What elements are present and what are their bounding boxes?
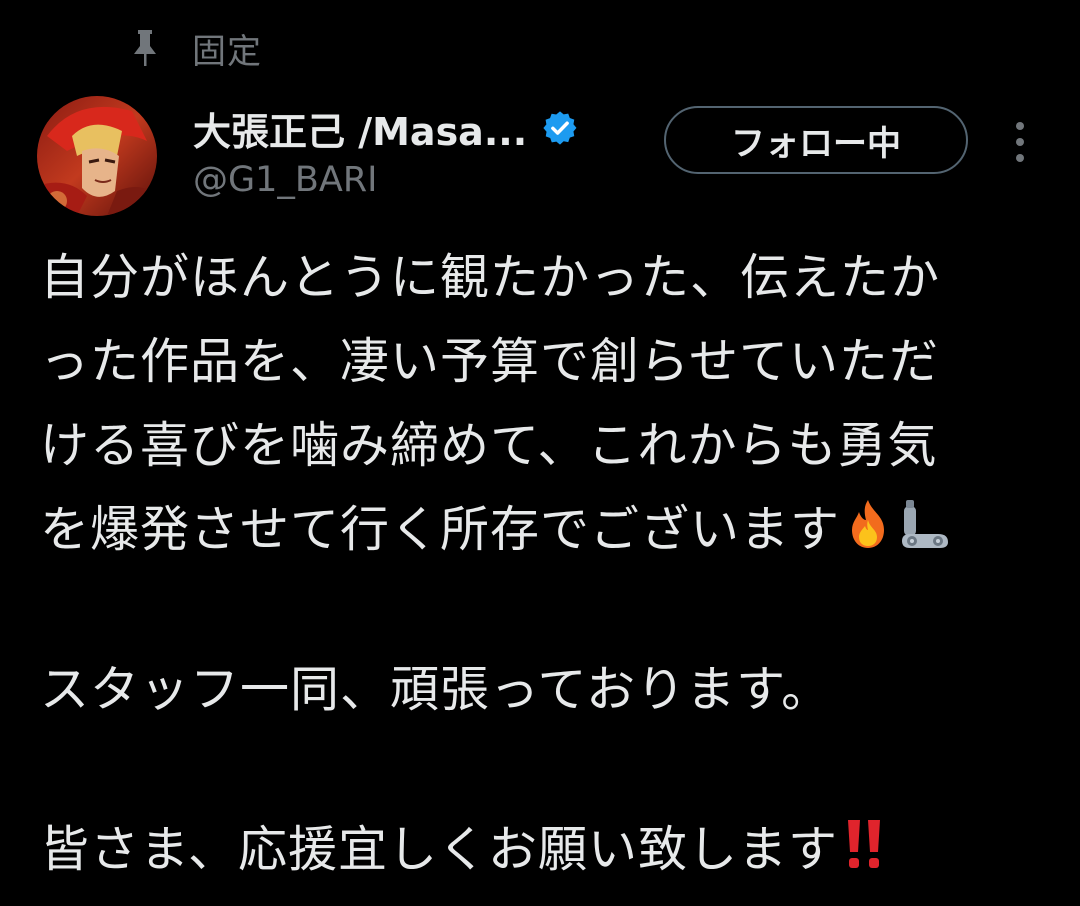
pin-icon [128, 28, 162, 68]
pinned-indicator: 固定 [128, 22, 262, 74]
tweet-line: ける喜びを噛み締めて、これからも勇気 [40, 417, 938, 474]
tweet-line: 自分がほんとうに観たかった、伝えたか [40, 249, 941, 306]
mechanical-arm-emoji [896, 494, 952, 550]
tweet-line-with-emoji: 皆さま、応援宜しくお願い致します [40, 808, 1050, 892]
tweet-line: った作品を、凄い予算で創らせていただ [40, 333, 940, 390]
verified-badge-icon [541, 109, 579, 147]
author-handle[interactable]: @G1_BARI [193, 160, 579, 200]
following-button[interactable]: フォロー中 [664, 106, 968, 174]
author-display-name[interactable]: 大張正己 /Masa... [193, 101, 527, 156]
tweet-line-with-emoji: を爆発させて行く所存でございます [40, 488, 1050, 572]
tweet-text: 自分がほんとうに観たかった、伝えたか った作品を、凄い予算で創らせていただ ける… [40, 236, 1050, 892]
tweet-line-text: 皆さま、応援宜しくお願い致します [40, 821, 839, 878]
avatar[interactable] [37, 96, 157, 216]
double-exclamation-emoji [838, 814, 894, 870]
more-vertical-icon[interactable] [1004, 118, 1036, 166]
pinned-label: 固定 [192, 31, 262, 72]
tweet-line: スタッフ一同、頑張っております。 [40, 661, 832, 718]
tweet-line-text: を爆発させて行く所存でございます [40, 501, 841, 558]
author-info: 大張正己 /Masa... @G1_BARI [193, 100, 579, 200]
fire-emoji [840, 494, 896, 550]
